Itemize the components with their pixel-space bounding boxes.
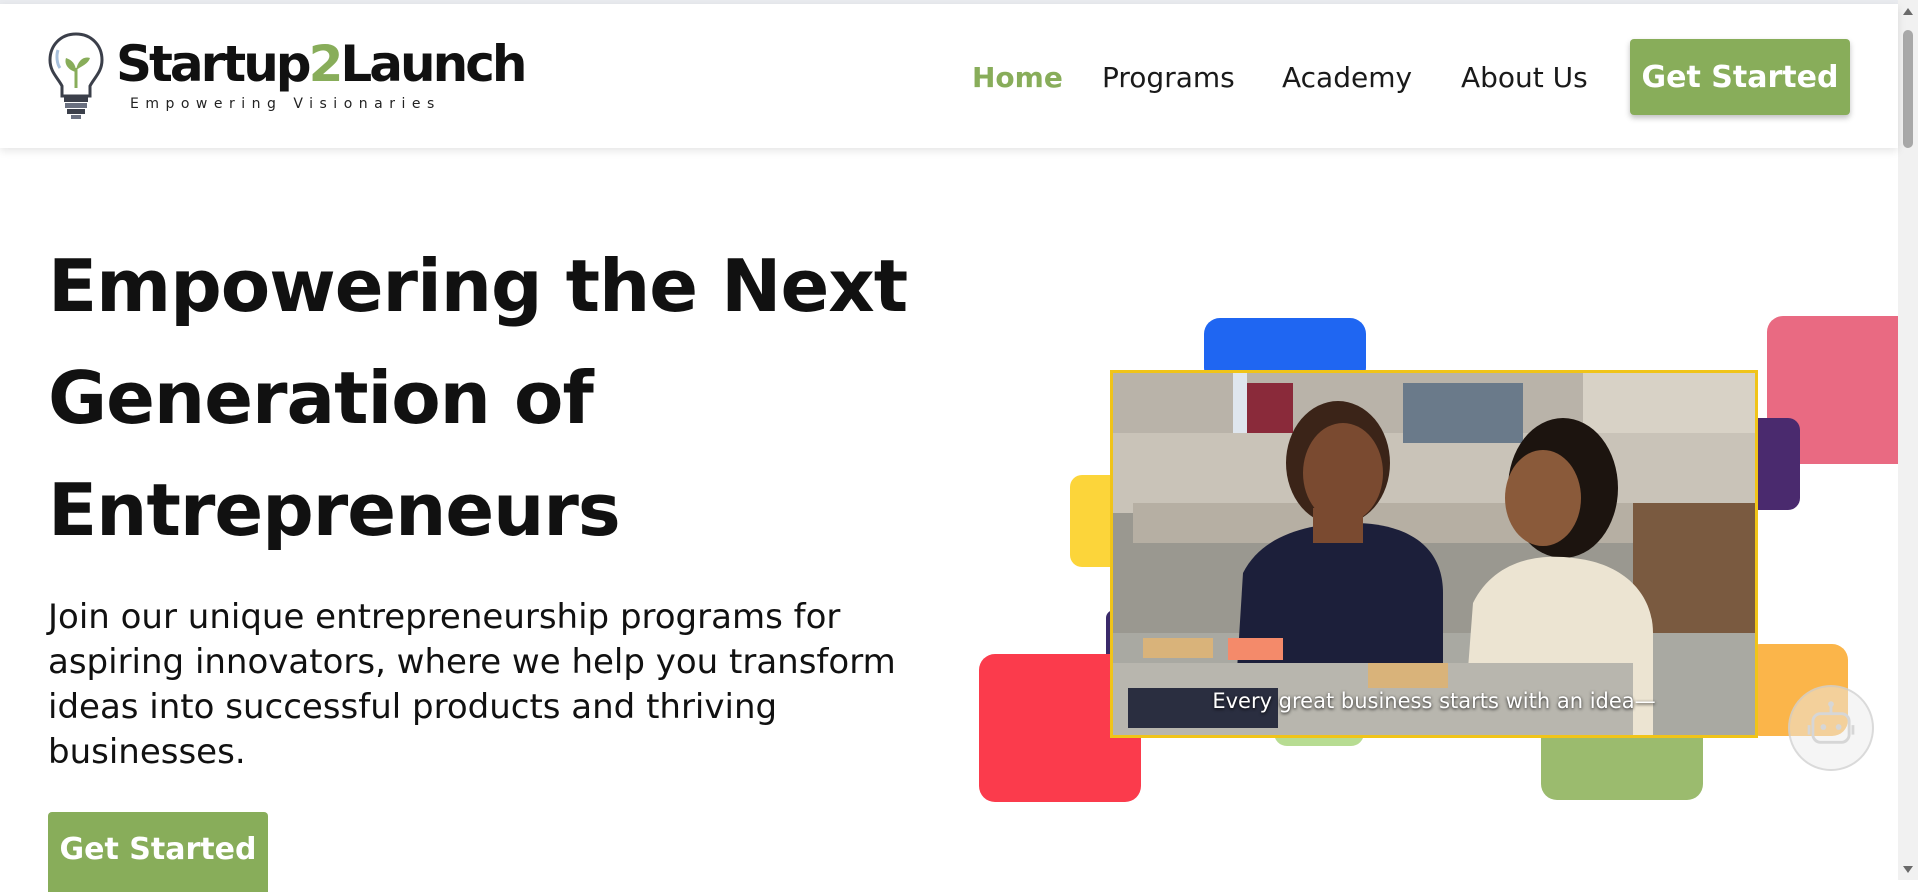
chatbot-icon (1807, 701, 1855, 744)
nav-academy[interactable]: Academy (1282, 60, 1412, 96)
scroll-down-arrow-icon[interactable] (1903, 866, 1913, 873)
brand-name: Startup2Launch (116, 35, 527, 93)
scrollbar-thumb[interactable] (1903, 30, 1913, 148)
hero-title-line-1: Empowering the Next (48, 244, 908, 328)
hero-get-started-button[interactable]: Get Started (48, 812, 268, 892)
brand-tagline: Empowering Visionaries (130, 96, 441, 112)
scroll-up-arrow-icon[interactable] (1903, 8, 1913, 15)
hero-video[interactable]: Every great business starts with an idea… (1110, 370, 1758, 738)
site-header: Startup2Launch Empowering Visionaries Ho… (0, 4, 1898, 148)
nav-programs[interactable]: Programs (1102, 60, 1235, 96)
hero-title: Empowering the Next Generation of Entrep… (48, 230, 948, 566)
brand-logo[interactable]: Startup2Launch Empowering Visionaries (46, 28, 527, 124)
hero-title-line-2: Generation of (48, 356, 594, 440)
nav-about-us[interactable]: About Us (1461, 60, 1588, 96)
video-caption: Every great business starts with an idea… (1212, 689, 1656, 713)
chatbot-launcher-button[interactable] (1788, 685, 1874, 771)
hero-title-line-3: Entrepreneurs (48, 468, 621, 552)
header-get-started-button[interactable]: Get Started (1630, 39, 1850, 115)
lightbulb-seedling-icon (48, 32, 104, 119)
video-frame-image (1113, 373, 1755, 735)
hero-subtitle: Join our unique entrepreneurship program… (48, 597, 896, 772)
nav-home[interactable]: Home (972, 60, 1063, 96)
